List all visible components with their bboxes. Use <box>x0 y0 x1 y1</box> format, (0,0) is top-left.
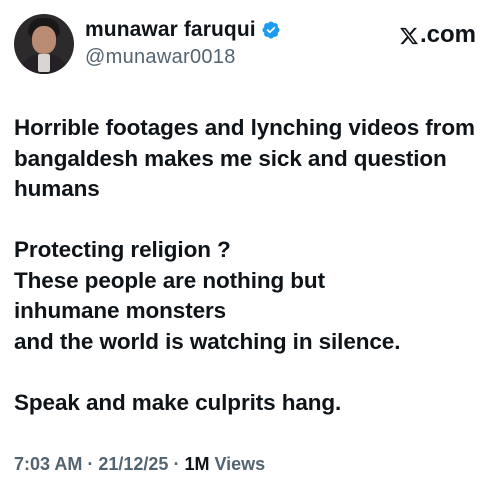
verified-badge-icon <box>261 20 281 40</box>
avatar[interactable] <box>14 14 74 74</box>
tweet-time[interactable]: 7:03 AM <box>14 454 82 474</box>
tweet-meta: 7:03 AM · 21/12/25 · 1M Views <box>14 454 265 475</box>
tweet-date[interactable]: 21/12/25 <box>98 454 168 474</box>
tweet-header: munawar faruqui @munawar0018 .com <box>14 14 486 76</box>
x-logo-icon <box>399 25 419 45</box>
views-count: 1M <box>184 454 210 474</box>
meta-separator: · <box>82 454 99 474</box>
brand-domain: .com <box>419 21 476 48</box>
meta-separator: · <box>168 454 185 474</box>
display-name-row: munawar faruqui <box>85 18 281 42</box>
brand-logo: .com <box>399 21 476 49</box>
display-name[interactable]: munawar faruqui <box>85 18 256 42</box>
author-names: munawar faruqui @munawar0018 <box>85 18 281 69</box>
views-label: Views <box>209 454 266 474</box>
tweet-text: Horrible footages and lynching videos fr… <box>14 115 475 415</box>
user-handle[interactable]: @munawar0018 <box>85 46 281 69</box>
